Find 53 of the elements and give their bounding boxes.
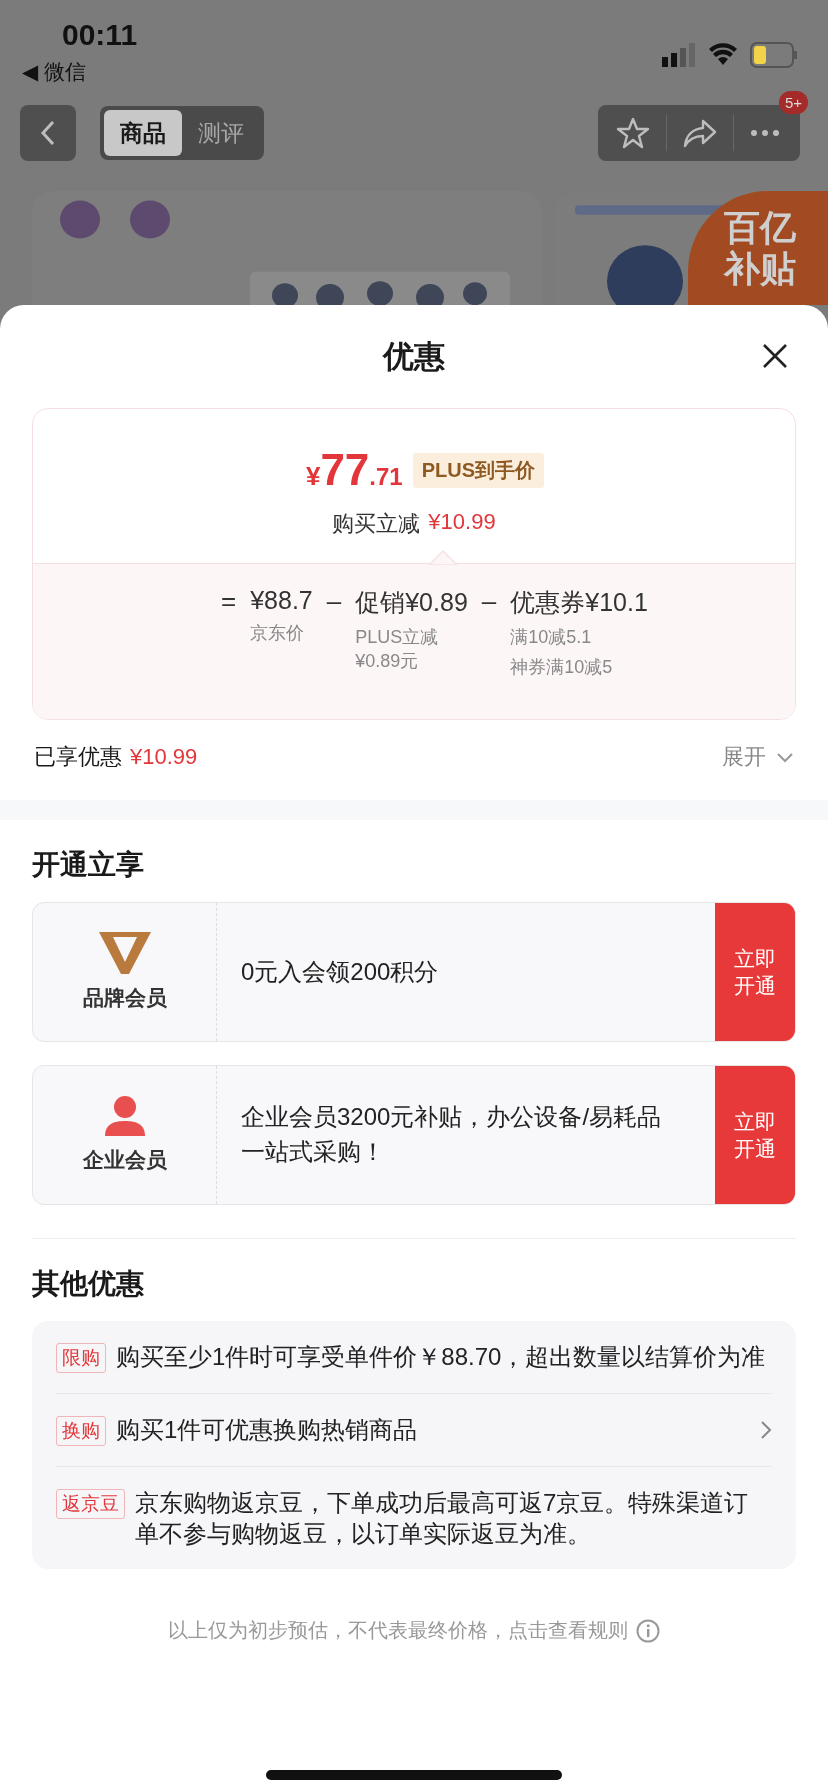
discount-label: 购买立减 (332, 510, 421, 538)
enjoyed-label: 已享优惠 (34, 743, 122, 771)
chevron-down-icon (776, 751, 794, 763)
signal-icon (662, 43, 696, 67)
price-term: ¥88.7 (250, 586, 313, 615)
membership-description: 企业会员3200元补贴，办公设备/易耗品一站式采购！ (240, 1102, 663, 1167)
tab[interactable]: 商品 (104, 110, 182, 156)
share-icon[interactable] (683, 118, 717, 148)
operator-sign: – (326, 586, 342, 617)
tab[interactable]: 测评 (182, 110, 260, 156)
membership-name: 企业会员 (82, 1147, 167, 1173)
chevron-left-icon (40, 120, 56, 146)
offer-text: 京东购物返京豆，下单成功后最高可返7京豆。特殊渠道订单不参与购物返豆，以订单实际返豆为准。 (135, 1488, 750, 1550)
person-icon (103, 1096, 146, 1136)
expand-button[interactable]: 展开 (722, 742, 794, 772)
join-button[interactable]: 立即开通 (715, 1066, 795, 1204)
membership-name: 品牌会员 (82, 985, 167, 1011)
membership-description: 0元入会领200积分 (240, 956, 440, 987)
join-button[interactable]: 立即开通 (715, 903, 795, 1041)
offer-text: 购买至少1件时可享受单件价￥88.70，超出数量以结算价为准 (116, 1342, 767, 1372)
star-icon[interactable] (616, 116, 650, 150)
section-title: 开通立享 (32, 848, 145, 882)
operator-sign: = (221, 586, 237, 617)
operator-sign: – (481, 586, 497, 617)
v-logo-icon (98, 932, 151, 974)
offer-tag: 限购 (56, 1343, 106, 1373)
status-time: 00:11 (61, 18, 138, 52)
section-title: 其他优惠 (32, 1267, 145, 1301)
plus-price-tag: PLUS到手价 (412, 452, 545, 488)
disclaimer-link[interactable]: 以上仅为初步预估，不代表最终价格，点击查看规则 (168, 1617, 628, 1645)
back-button[interactable] (20, 105, 76, 161)
back-to-app-link[interactable]: ◀ 微信 (22, 58, 138, 86)
price-term-note: 京东价 (250, 622, 306, 645)
offer-tag: 返京豆 (56, 1489, 125, 1519)
price-term-note: 满10减5.1 (510, 626, 593, 649)
discount-value: ¥10.99 (428, 509, 496, 536)
price-term: 促销¥0.89 (355, 587, 468, 618)
offer-text: 购买1件可优惠换购热销商品 (116, 1415, 419, 1445)
price-term-note: 神券满10减5 (510, 656, 614, 679)
notification-badge: 5+ (778, 91, 808, 114)
price-term: 优惠券¥10.1 (510, 587, 648, 618)
subsidy-badge: 百亿 补贴 (688, 191, 828, 305)
offer-tag: 换购 (56, 1416, 106, 1446)
final-price: ¥77.71 (305, 445, 403, 495)
more-icon[interactable] (750, 129, 780, 137)
wifi-icon (708, 43, 738, 67)
sheet-title: 优惠 (383, 337, 445, 376)
close-icon[interactable] (762, 343, 788, 369)
battery-icon (750, 42, 798, 68)
info-icon[interactable] (636, 1618, 660, 1643)
chevron-right-icon[interactable] (760, 1420, 772, 1440)
price-term-note: PLUS立减 ¥0.89元 (355, 626, 440, 673)
enjoyed-value: ¥10.99 (130, 744, 198, 770)
